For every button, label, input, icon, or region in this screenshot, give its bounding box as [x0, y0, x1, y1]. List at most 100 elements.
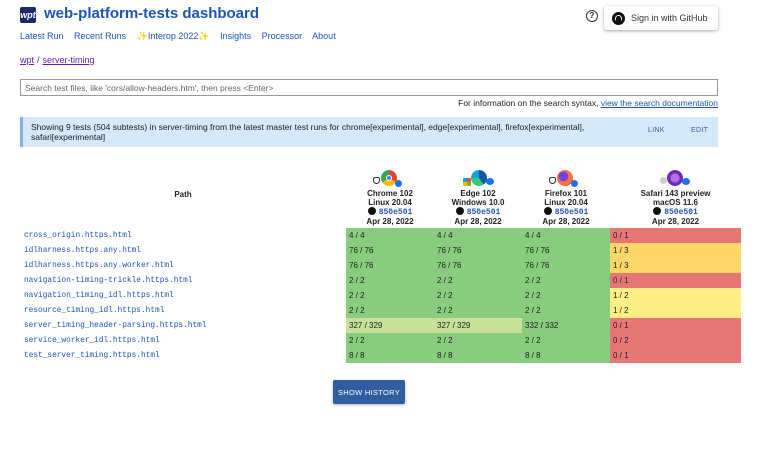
link-button[interactable]: LINK [648, 127, 665, 134]
github-icon [612, 11, 625, 25]
nav-latest-run[interactable]: Latest Run [20, 31, 64, 41]
browser-os: Linux 20.04 [368, 198, 412, 207]
table-row: resource_timing_idl.https.html 2 / 22 / 2… [20, 303, 741, 318]
result-cell[interactable]: 76 / 76 [346, 258, 434, 273]
help-icon[interactable]: ? [586, 10, 598, 22]
search-docs-link[interactable]: view the search documentation [601, 98, 718, 108]
test-path-link[interactable]: service_worker_idl.https.html [20, 333, 346, 348]
revision-link[interactable]: 850e501 [522, 207, 610, 217]
result-cell[interactable]: 0 / 1 [610, 273, 741, 288]
breadcrumb-root-link[interactable]: wpt [20, 55, 34, 65]
chrome-icon [370, 168, 410, 188]
result-cell[interactable]: 1 / 2 [610, 288, 741, 303]
run-date: Apr 28, 2022 [651, 217, 700, 226]
result-cell[interactable]: 0 / 1 [610, 318, 741, 333]
result-cell[interactable]: 0 / 2 [610, 333, 741, 348]
test-path-link[interactable]: navigation-timing-trickle.https.html [20, 273, 346, 288]
signin-label: Sign in with GitHub [631, 13, 708, 23]
result-cell[interactable]: 0 / 1 [610, 348, 741, 363]
table-row: navigation_timing_idl.https.html 2 / 22 /… [20, 288, 741, 303]
result-cell[interactable]: 2 / 2 [346, 333, 434, 348]
result-cell[interactable]: 76 / 76 [434, 243, 522, 258]
result-cell[interactable]: 76 / 76 [346, 243, 434, 258]
test-path-link[interactable]: resource_timing_idl.https.html [20, 303, 346, 318]
table-header-row: Path Chrome 102 Linux 20.04 850e501 Apr … [20, 162, 741, 228]
browser-name: Firefox 101 [544, 189, 588, 198]
result-cell[interactable]: 2 / 2 [434, 273, 522, 288]
test-path-link[interactable]: idlharness.https.any.worker.html [20, 258, 346, 273]
browser-header-chrome: Chrome 102 Linux 20.04 850e501 Apr 28, 2… [346, 162, 434, 228]
results-table: Path Chrome 102 Linux 20.04 850e501 Apr … [20, 162, 741, 363]
table-row: test_server_timing.https.html 8 / 88 / 88… [20, 348, 741, 363]
browser-os: Linux 20.04 [544, 198, 588, 207]
table-row: navigation-timing-trickle.https.html 2 / … [20, 273, 741, 288]
table-row: idlharness.https.any.worker.html 76 / 76 7… [20, 258, 741, 273]
revision-sha: 850e501 [466, 208, 501, 217]
run-date: Apr 28, 2022 [366, 217, 414, 226]
result-cell[interactable]: 1 / 2 [610, 303, 741, 318]
result-cell[interactable]: 2 / 2 [434, 333, 522, 348]
search-info-text: For information on the search syntax, [458, 98, 601, 108]
edit-button[interactable]: EDIT [691, 127, 708, 134]
search-input[interactable] [20, 79, 718, 96]
result-cell[interactable]: 2 / 2 [434, 303, 522, 318]
edge-icon [458, 168, 498, 188]
sparkle-icon: ✨ [198, 31, 210, 41]
result-cell[interactable]: 1 / 3 [610, 258, 741, 273]
result-cell[interactable]: 4 / 4 [346, 228, 434, 243]
nav-about[interactable]: About [312, 31, 336, 41]
result-cell[interactable]: 2 / 2 [522, 273, 610, 288]
result-cell[interactable]: 2 / 2 [522, 288, 610, 303]
run-date: Apr 28, 2022 [542, 217, 590, 226]
result-cell[interactable]: 2 / 2 [434, 288, 522, 303]
nav-interop-label: Interop 2022 [147, 31, 199, 41]
result-cell[interactable]: 4 / 4 [522, 228, 610, 243]
result-cell[interactable]: 8 / 8 [434, 348, 522, 363]
wpt-logo-icon[interactable]: wpt [20, 7, 36, 23]
sparkle-icon: ✨ [136, 31, 148, 41]
revision-sha: 850e501 [378, 208, 413, 217]
result-cell[interactable]: 332 / 332 [522, 318, 610, 333]
result-cell[interactable]: 1 / 3 [610, 243, 741, 258]
result-cell[interactable]: 8 / 8 [522, 348, 610, 363]
result-cell[interactable]: 4 / 4 [434, 228, 522, 243]
browser-os: macOS 11.6 [653, 198, 698, 207]
signin-github-button[interactable]: Sign in with GitHub [604, 6, 718, 30]
result-cell[interactable]: 8 / 8 [346, 348, 434, 363]
revision-link[interactable]: 850e501 [346, 207, 434, 217]
result-cell[interactable]: 76 / 76 [434, 258, 522, 273]
result-cell[interactable]: 2 / 2 [346, 288, 434, 303]
browser-header-edge: Edge 102 Windows 10.0 850e501 Apr 28, 20… [434, 162, 522, 228]
result-cell[interactable]: 76 / 76 [522, 258, 610, 273]
dashboard-title-link[interactable]: web-platform-tests dashboard [44, 5, 259, 22]
nav-processor[interactable]: Processor [262, 31, 303, 41]
result-cell[interactable]: 2 / 2 [346, 273, 434, 288]
search-syntax-info: For information on the search syntax, vi… [20, 98, 718, 108]
result-cell[interactable]: 2 / 2 [522, 303, 610, 318]
github-icon [653, 207, 662, 215]
result-cell[interactable]: 76 / 76 [522, 243, 610, 258]
results-body: cross_origin.https.html 4 / 44 / 44 / 40 … [20, 228, 741, 363]
browser-header-safari: Safari 143 preview macOS 11.6 850e501 Ap… [610, 162, 741, 228]
nav-interop-2022[interactable]: ✨Interop 2022✨ [137, 31, 210, 41]
result-cell[interactable]: 327 / 329 [346, 318, 434, 333]
show-history-button[interactable]: SHOW HISTORY [333, 380, 405, 404]
revision-link[interactable]: 850e501 [610, 207, 741, 217]
test-path-link[interactable]: idlharness.https.any.html [20, 243, 346, 258]
browser-os: Windows 10.0 [451, 198, 505, 207]
test-path-link[interactable]: server_timing_header-parsing.https.html [20, 318, 346, 333]
breadcrumb-current-link[interactable]: server-timing [43, 55, 95, 65]
path-column-header: Path [174, 189, 192, 199]
run-date: Apr 28, 2022 [454, 217, 502, 226]
result-cell[interactable]: 0 / 1 [610, 228, 741, 243]
test-path-link[interactable]: test_server_timing.https.html [20, 348, 346, 363]
result-cell[interactable]: 2 / 2 [522, 333, 610, 348]
result-cell[interactable]: 327 / 329 [434, 318, 522, 333]
result-cell[interactable]: 2 / 2 [346, 303, 434, 318]
github-icon [367, 207, 376, 215]
nav-recent-runs[interactable]: Recent Runs [74, 31, 126, 41]
test-path-link[interactable]: navigation_timing_idl.https.html [20, 288, 346, 303]
nav-insights[interactable]: Insights [220, 31, 251, 41]
revision-link[interactable]: 850e501 [434, 207, 522, 217]
test-path-link[interactable]: cross_origin.https.html [20, 228, 346, 243]
